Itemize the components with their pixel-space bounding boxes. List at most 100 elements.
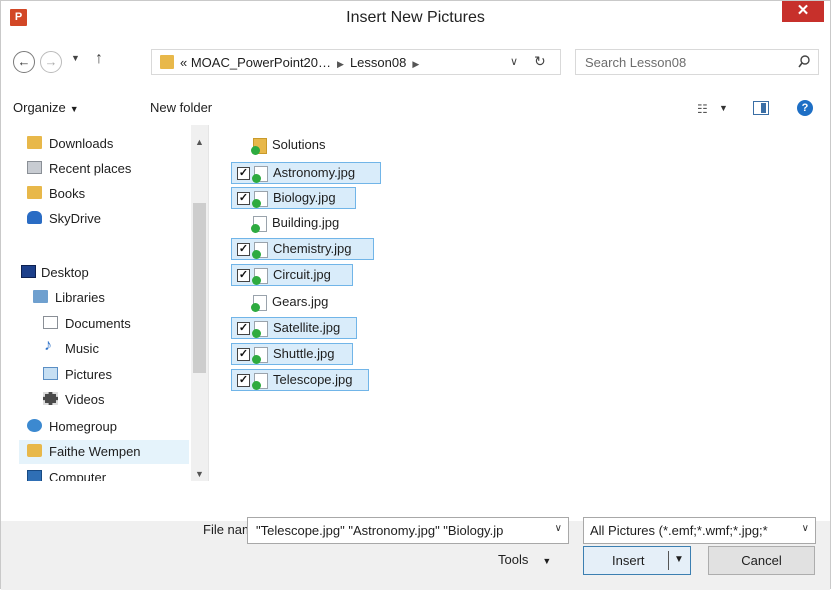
nav-item-pictures[interactable]: Pictures [19,363,189,387]
image-file-icon [251,216,267,233]
navigation-pane: Downloads Recent places Books SkyDrive D… [19,125,209,481]
nav-item-downloads[interactable]: Downloads [19,132,189,156]
back-arrow-icon: ← [17,54,31,69]
recent-locations-dropdown[interactable]: ▼ [71,53,80,63]
change-view-icon[interactable]: ☷ [697,102,708,116]
list-item[interactable]: ✓ Biology.jpg [231,187,356,209]
breadcrumb-segment[interactable]: Lesson08 [350,55,406,70]
breadcrumb-segment[interactable]: « MOAC_PowerPoint20… [180,55,331,70]
nav-item-label: Homegroup [49,419,117,434]
nav-item-music[interactable]: Music [19,337,189,361]
list-item[interactable]: ✓ Circuit.jpg [231,264,353,286]
file-name-field[interactable]: "Telescope.jpg" "Astronomy.jpg" "Biology… [247,517,569,544]
up-button[interactable]: ↑ [95,50,103,68]
scroll-up-icon[interactable]: ▲ [195,137,204,147]
image-file-icon [252,321,268,338]
user-folder-icon [27,444,42,457]
nav-item-skydrive[interactable]: SkyDrive [19,207,189,231]
folder-icon [251,138,267,155]
close-button[interactable]: ✕ [782,1,824,22]
checkbox[interactable]: ✓ [237,167,250,180]
file-name: Telescope.jpg [273,372,353,387]
file-name: Solutions [272,137,326,152]
file-name: Astronomy.jpg [273,165,356,180]
file-name: Shuttle.jpg [273,346,335,361]
checkbox[interactable]: ✓ [237,243,250,256]
checkbox[interactable]: ✓ [237,269,250,282]
insert-pictures-dialog: P Insert New Pictures ✕ ← → ▼ ↑ « MOAC_P… [0,0,831,590]
checkbox[interactable]: ✓ [237,192,250,205]
file-name: Gears.jpg [272,294,329,309]
breadcrumb-separator-icon[interactable]: ▶ [337,59,344,69]
list-item[interactable]: ✓ Telescope.jpg [231,369,369,391]
nav-item-label: SkyDrive [49,211,102,226]
refresh-icon[interactable]: ↻ [534,53,546,70]
image-file-icon [252,242,268,259]
list-item[interactable]: ✓ Astronomy.jpg [231,162,381,184]
list-item[interactable]: ✓ Satellite.jpg [231,317,357,339]
tools-button[interactable]: Tools ▼ [498,552,551,567]
address-dropdown-icon[interactable]: ∨ [510,55,518,68]
nav-item-label: Libraries [55,290,105,305]
new-folder-button[interactable]: New folder [150,100,212,115]
help-icon[interactable]: ? [797,100,813,116]
recent-places-icon [27,161,42,174]
list-item[interactable]: Building.jpg [231,213,361,235]
split-divider [668,551,669,570]
insert-button[interactable]: Insert ▼ [583,546,691,575]
checkbox[interactable]: ✓ [237,374,250,387]
skydrive-icon [27,211,42,224]
nav-item-homegroup[interactable]: Homegroup [19,415,189,439]
back-button[interactable]: ← [13,51,35,73]
nav-item-computer[interactable]: Computer [19,466,189,481]
image-file-icon [252,166,268,183]
close-icon: ✕ [796,2,810,19]
nav-item-recent-places[interactable]: Recent places [19,157,189,181]
image-file-icon [252,191,268,208]
checkbox[interactable]: ✓ [237,348,250,361]
chevron-down-icon[interactable]: ∨ [555,523,562,534]
file-name-value: "Telescope.jpg" "Astronomy.jpg" "Biology… [256,523,504,538]
file-type-value: All Pictures (*.emf;*.wmf;*.jpg;* [590,523,768,538]
file-name: Chemistry.jpg [273,241,352,256]
view-options-dropdown[interactable]: ▼ [719,103,728,113]
pictures-icon [43,367,58,380]
videos-icon [43,392,58,405]
image-file-icon [252,347,268,364]
nav-item-label: Desktop [41,265,89,280]
folder-icon [160,55,174,69]
nav-item-desktop[interactable]: Desktop [19,261,189,285]
nav-item-books[interactable]: Books [19,182,189,206]
file-name: Building.jpg [272,215,340,230]
scroll-down-icon[interactable]: ▼ [195,469,204,479]
nav-item-faithe-wempen[interactable]: Faithe Wempen [19,440,189,464]
address-bar[interactable]: « MOAC_PowerPoint20… ▶ Lesson08 ▶ ∨ ↻ [151,49,561,75]
forward-button[interactable]: → [40,51,62,73]
nav-item-documents[interactable]: Documents [19,312,189,336]
insert-options-dropdown[interactable]: ▼ [674,554,684,565]
list-item[interactable]: ✓ Shuttle.jpg [231,343,353,365]
tools-label: Tools [498,552,529,567]
file-name: Satellite.jpg [273,320,341,335]
file-list: Solutions ✓ Astronomy.jpg ✓ Biology.jpg Bu… [223,125,823,481]
breadcrumb-separator-icon[interactable]: ▶ [412,59,419,69]
list-item[interactable]: ✓ Chemistry.jpg [231,238,374,260]
nav-pane-scrollbar[interactable]: ▲ ▼ [191,125,208,481]
preview-pane-icon[interactable] [753,101,769,115]
file-type-select[interactable]: All Pictures (*.emf;*.wmf;*.jpg;* ∨ [583,517,816,544]
nav-item-videos[interactable]: Videos [19,388,189,412]
up-arrow-icon: ↑ [95,50,103,67]
list-item[interactable]: Gears.jpg [231,292,351,314]
insert-label: Insert [612,553,645,568]
checkbox[interactable]: ✓ [237,322,250,335]
cancel-button[interactable]: Cancel [708,546,815,575]
nav-item-label: Videos [65,392,105,407]
nav-item-label: Pictures [65,367,112,382]
nav-item-libraries[interactable]: Libraries [19,286,189,310]
search-input[interactable]: Search Lesson08 [575,49,819,75]
image-file-icon [251,295,267,312]
image-file-icon [252,268,268,285]
scrollbar-thumb[interactable] [193,203,206,373]
organize-button[interactable]: Organize ▼ [13,100,79,115]
list-item-folder[interactable]: Solutions [231,135,351,157]
